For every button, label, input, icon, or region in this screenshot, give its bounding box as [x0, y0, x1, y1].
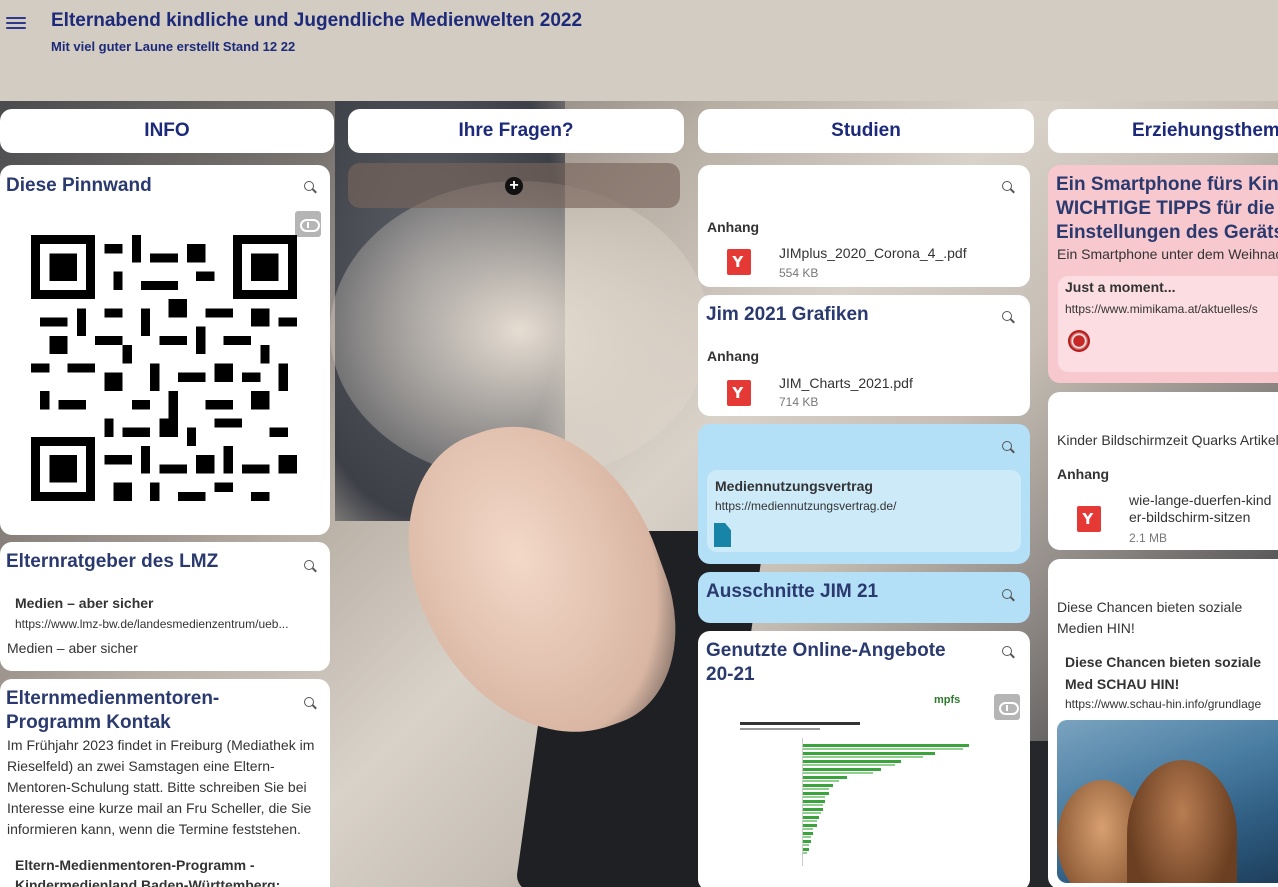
- attachment-label: Anhang: [707, 348, 760, 364]
- link-url[interactable]: https://www.schau-hin.info/grundlage: [1065, 697, 1278, 711]
- card-jim2021-grafiken[interactable]: Jim 2021 Grafiken Anhang JIM_Charts_2021…: [698, 295, 1030, 416]
- card-title: Ausschnitte JIM 21: [706, 581, 879, 602]
- link-title[interactable]: Medien – aber sicher: [15, 595, 154, 611]
- link-url[interactable]: https://www.mimikama.at/aktuelles/s: [1065, 302, 1278, 316]
- link-title[interactable]: Diese Chancen bieten soziale Med SCHAU H…: [1065, 651, 1278, 695]
- column-header-fragen: Ihre Fragen?: [348, 109, 684, 153]
- search-icon[interactable]: [304, 181, 318, 195]
- column-header-info: INFO: [0, 109, 334, 153]
- card-body: Im Frühjahr 2023 findet in Freiburg (Med…: [7, 737, 315, 837]
- add-post-icon[interactable]: +: [505, 177, 523, 195]
- link-title[interactable]: Mediennutzungsvertrag: [715, 478, 873, 494]
- cloud-download-icon[interactable]: [295, 211, 321, 237]
- file-name[interactable]: wie-lange-duerfen-kinder-bildschirm-sitz…: [1129, 492, 1278, 526]
- pdf-file-icon[interactable]: [727, 380, 751, 406]
- card-bildschirmzeit[interactable]: Kinder Bildschirmzeit Quarks Artikel Anh…: [1048, 392, 1278, 550]
- mpfs-logo: mpfs: [934, 694, 961, 706]
- card-jimplus[interactable]: Anhang JIMplus_2020_Corona_4_.pdf 554 KB: [698, 165, 1030, 287]
- link-url[interactable]: https://www.lmz-bw.de/landesmedienzentru…: [15, 617, 315, 631]
- qr-code-image: [31, 235, 297, 501]
- card-body: Diese Chancen bieten soziale Medien HIN!: [1057, 599, 1243, 636]
- menu-icon[interactable]: [6, 14, 26, 34]
- card-body: Ein Smartphone unter dem Weihnac: [1057, 246, 1278, 262]
- column-header-erziehung: Erziehungsthem: [1048, 109, 1278, 153]
- file-size: 2.1 MB: [1129, 531, 1168, 545]
- card-title: Elternratgeber des LMZ: [6, 551, 219, 572]
- card-elternratgeber[interactable]: Elternratgeber des LMZ Medien – aber sic…: [0, 542, 330, 671]
- card-mediennutzungsvertrag[interactable]: Mediennutzungsvertrag https://mediennutz…: [698, 424, 1030, 564]
- pdf-file-icon[interactable]: [1077, 506, 1101, 532]
- board-subtitle: Mit viel guter Laune erstellt Stand 12 2…: [51, 39, 296, 54]
- card-ausschnitte-jim21[interactable]: Ausschnitte JIM 21: [698, 572, 1030, 623]
- search-icon[interactable]: [1002, 646, 1016, 660]
- card-elternmedienmentoren[interactable]: Elternmedienmentoren-Programm Kontak Im …: [0, 679, 330, 887]
- link-url[interactable]: https://mediennutzungsvertrag.de/: [715, 499, 1005, 513]
- card-title: Diese Pinnwand: [6, 175, 152, 196]
- search-icon[interactable]: [1002, 441, 1016, 455]
- card-smartphone-tipps[interactable]: Ein Smartphone fürs Kind WICHTIGE TIPPS …: [1048, 165, 1278, 383]
- board-header: Elternabend kindliche und Jugendliche Me…: [0, 0, 1278, 101]
- file-name[interactable]: JIM_Charts_2021.pdf: [779, 375, 913, 391]
- column-header-studien: Studien: [698, 109, 1034, 153]
- chart-thumbnail-image: [736, 720, 988, 880]
- link-title[interactable]: Eltern-Medienmentoren-Programm - Kinderm…: [15, 855, 315, 887]
- card-title: Genutzte Online-Angebote 20-21: [706, 640, 946, 685]
- card-title: Ein Smartphone fürs Kind WICHTIGE TIPPS …: [1056, 174, 1278, 243]
- board-title: Elternabend kindliche und Jugendliche Me…: [51, 10, 583, 31]
- search-icon[interactable]: [304, 560, 318, 574]
- cloud-download-icon[interactable]: [994, 694, 1020, 720]
- file-size: 554 KB: [779, 266, 819, 280]
- click-hand-icon: [1068, 330, 1090, 352]
- file-size: 714 KB: [779, 395, 819, 409]
- link-title[interactable]: Just a moment...: [1065, 279, 1175, 295]
- attachment-label: Anhang: [1057, 466, 1110, 482]
- card-body: Kinder Bildschirmzeit Quarks Artikel: [1057, 432, 1278, 448]
- pdf-file-icon[interactable]: [727, 249, 751, 275]
- preview-image: [1057, 720, 1278, 883]
- search-icon[interactable]: [1002, 181, 1016, 195]
- attachment-label: Anhang: [707, 219, 760, 235]
- card-title: Jim 2021 Grafiken: [706, 304, 869, 325]
- card-title: Elternmedienmentoren-Programm Kontak: [6, 688, 220, 733]
- search-icon[interactable]: [1002, 589, 1016, 603]
- file-name[interactable]: JIMplus_2020_Corona_4_.pdf: [779, 245, 967, 261]
- search-icon[interactable]: [304, 697, 318, 711]
- search-icon[interactable]: [1002, 311, 1016, 325]
- card-caption: Medien – aber sicher: [7, 640, 138, 656]
